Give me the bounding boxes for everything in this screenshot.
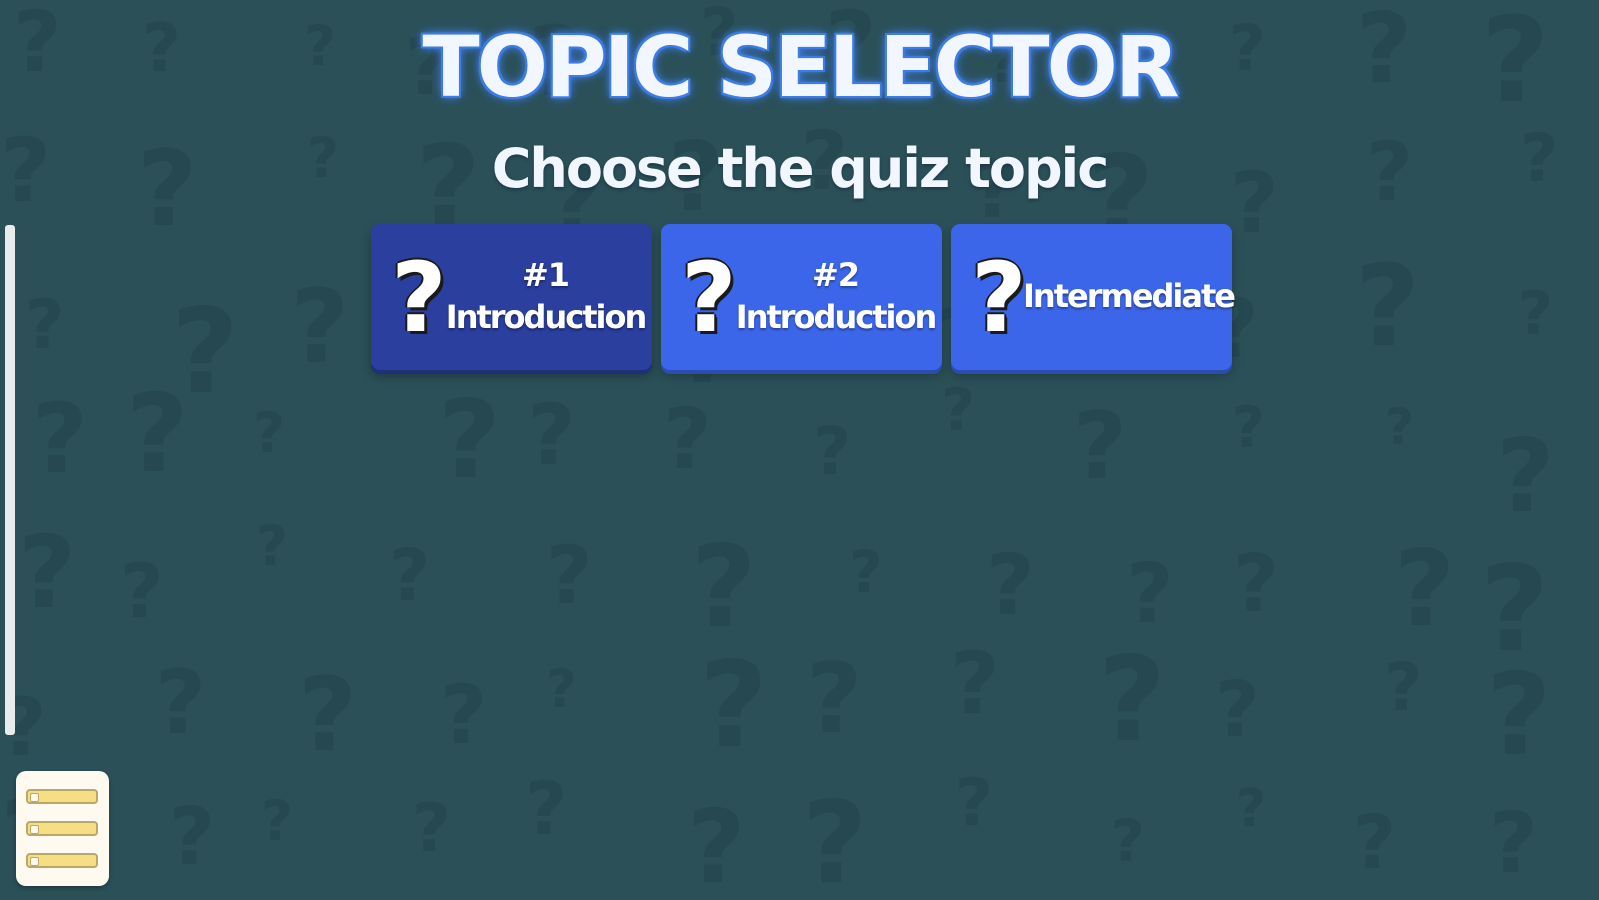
background-question-icon: ? bbox=[171, 283, 239, 420]
background-question-icon: ? bbox=[1215, 666, 1260, 755]
background-question-icon: ? bbox=[1384, 649, 1423, 726]
background-question-icon: ? bbox=[955, 766, 993, 841]
topic-number: #2 bbox=[811, 256, 860, 295]
background-question-icon: ? bbox=[169, 791, 215, 883]
side-scrollbar[interactable] bbox=[5, 225, 15, 735]
background-question-icon: ? bbox=[806, 642, 863, 755]
background-question-icon: ? bbox=[691, 521, 757, 653]
background-question-icon: ? bbox=[546, 659, 577, 720]
background-question-icon: ? bbox=[813, 413, 852, 490]
background-question-icon: ? bbox=[986, 536, 1035, 634]
background-question-icon: ? bbox=[1098, 631, 1166, 768]
background-question-icon: ? bbox=[253, 401, 285, 465]
background-question-pattern: ????????????????????????????????????????… bbox=[0, 0, 1599, 900]
background-question-icon: ? bbox=[1111, 807, 1145, 875]
topic-label: Intermediate bbox=[1023, 277, 1236, 316]
topic-label: Introduction bbox=[735, 298, 937, 336]
question-mark-icon: ? bbox=[971, 242, 1027, 354]
background-question-icon: ? bbox=[1489, 794, 1538, 892]
background-question-icon: ? bbox=[525, 767, 568, 852]
background-question-icon: ? bbox=[1486, 649, 1552, 781]
background-question-icon: ? bbox=[802, 777, 868, 900]
background-question-icon: ? bbox=[527, 386, 576, 484]
background-question-icon: ? bbox=[687, 788, 746, 900]
menu-line bbox=[26, 821, 98, 836]
topic-list: ? #1 Introduction ? #2 Introduction ? In… bbox=[371, 224, 1236, 370]
background-question-icon: ? bbox=[298, 656, 358, 775]
background-question-icon: ? bbox=[18, 514, 77, 631]
background-question-icon: ? bbox=[155, 651, 207, 754]
topic-card-text: #1 Introduction bbox=[443, 255, 652, 338]
background-question-icon: ? bbox=[699, 637, 769, 775]
background-question-icon: ? bbox=[1355, 242, 1420, 372]
background-question-icon: ? bbox=[1236, 779, 1267, 839]
background-question-icon: ? bbox=[256, 514, 288, 578]
menu-button[interactable] bbox=[16, 771, 109, 886]
background-question-icon: ? bbox=[1232, 395, 1266, 461]
background-question-icon: ? bbox=[412, 789, 451, 867]
background-question-icon: ? bbox=[1480, 541, 1550, 679]
background-question-icon: ? bbox=[440, 669, 487, 763]
menu-line bbox=[26, 789, 98, 804]
background-question-icon: ? bbox=[1385, 398, 1415, 456]
topic-card-2-introduction[interactable]: ? #2 Introduction bbox=[661, 224, 942, 370]
background-question-icon: ? bbox=[941, 375, 976, 444]
background-question-icon: ? bbox=[389, 534, 431, 617]
question-mark-icon: ? bbox=[391, 242, 447, 354]
topic-card-intermediate[interactable]: ? Intermediate bbox=[951, 224, 1236, 370]
background-question-icon: ? bbox=[25, 286, 65, 365]
background-question-icon: ? bbox=[1518, 279, 1553, 349]
page-subtitle: Choose the quiz topic bbox=[491, 137, 1109, 200]
background-question-icon: ? bbox=[663, 390, 712, 488]
background-question-icon: ? bbox=[1496, 417, 1555, 535]
topic-card-text: Intermediate bbox=[1023, 276, 1238, 318]
background-question-icon: ? bbox=[1353, 800, 1396, 886]
background-question-icon: ? bbox=[290, 268, 350, 387]
background-question-icon: ? bbox=[1394, 528, 1455, 650]
background-question-icon: ? bbox=[32, 383, 88, 495]
background-question-icon: ? bbox=[849, 538, 883, 606]
page-title: TOPIC SELECTOR bbox=[422, 18, 1179, 116]
topic-card-1-introduction[interactable]: ? #1 Introduction bbox=[371, 224, 652, 370]
menu-line bbox=[26, 853, 98, 868]
topic-number: #1 bbox=[521, 256, 570, 295]
background-question-icon: ? bbox=[1233, 538, 1279, 630]
topic-label: Introduction bbox=[445, 298, 647, 336]
background-question-icon: ? bbox=[1073, 392, 1127, 500]
background-question-icon: ? bbox=[120, 547, 164, 635]
question-mark-icon: ? bbox=[681, 242, 737, 354]
background-question-icon: ? bbox=[1126, 547, 1174, 642]
topic-card-text: #2 Introduction bbox=[733, 255, 942, 338]
background-question-icon: ? bbox=[438, 378, 501, 503]
background-question-icon: ? bbox=[126, 372, 189, 497]
background-question-icon: ? bbox=[261, 789, 293, 853]
background-question-icon: ? bbox=[546, 529, 593, 622]
background-question-icon: ? bbox=[950, 634, 1000, 734]
